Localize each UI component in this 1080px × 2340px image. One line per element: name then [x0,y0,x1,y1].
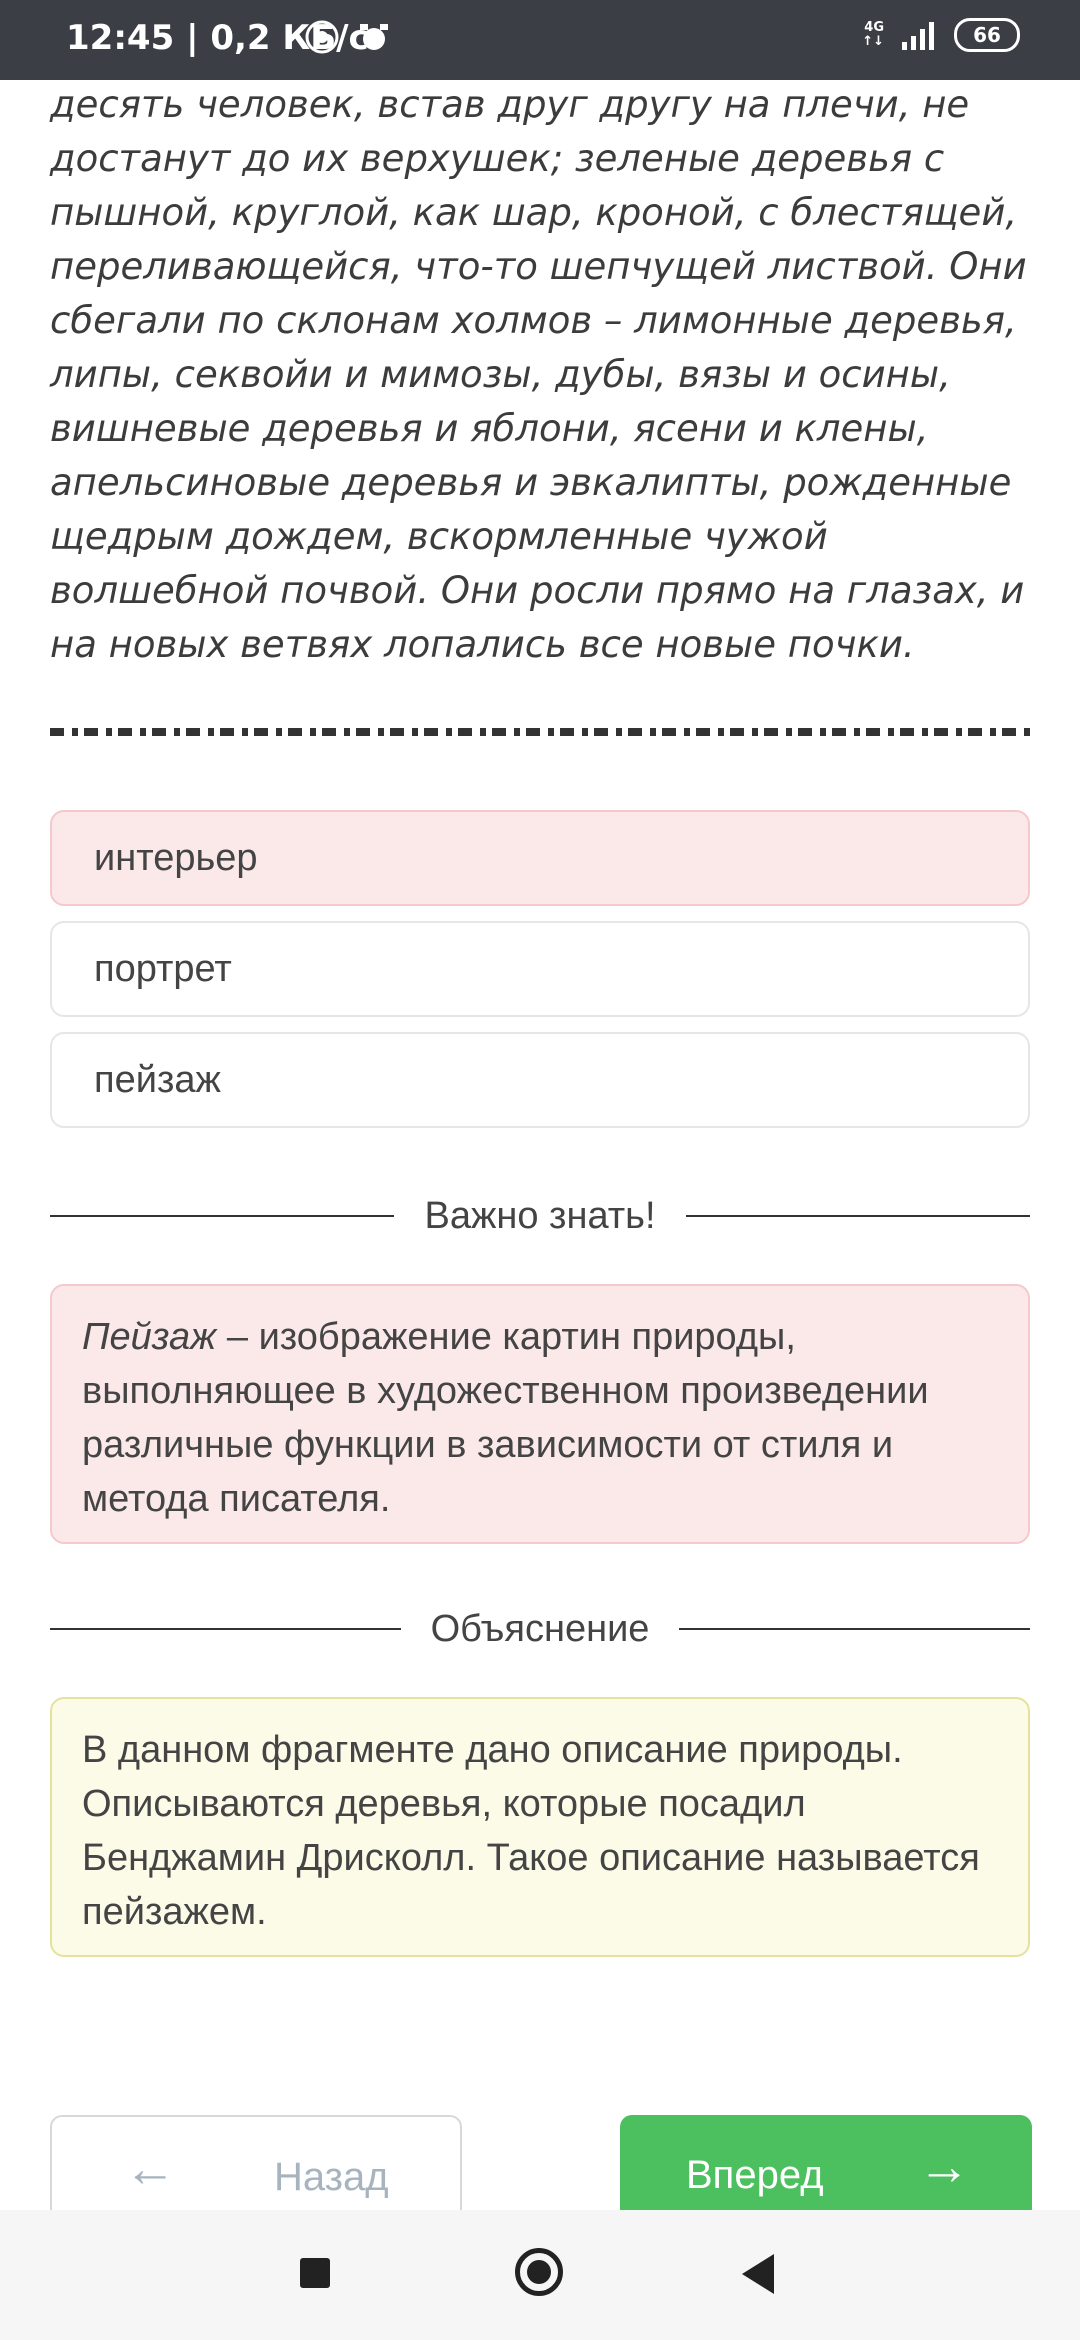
explanation-card: В данном фрагменте дано описание природы… [50,1697,1030,1957]
option-interior[interactable]: интерьер [50,810,1030,906]
passage-text: десять человек, встав друг другу на плеч… [50,83,1027,666]
clock: 12:45 [66,18,175,58]
definition-card: Пейзаж – изображение картин природы, вып… [50,1284,1030,1544]
system-indicators: 4G ↑↓ 66 [862,18,1020,52]
back-triangle-icon[interactable] [742,2254,774,2294]
explanation-text: В данном фрагменте дано описание природы… [82,1729,980,1933]
option-landscape[interactable]: пейзаж [50,1032,1030,1128]
divider [685,1215,1031,1217]
recent-apps-icon[interactable] [300,2258,330,2288]
explanation-title: Объяснение [430,1607,650,1650]
notification-icons [305,20,391,54]
option-portrait[interactable]: портрет [50,921,1030,1017]
divider [50,1215,395,1217]
data-arrows-icon: ↑↓ [862,34,884,49]
network-label: 4G [864,20,884,35]
battery-icon: 66 [954,18,1020,52]
arrow-left-icon: ← [124,2140,176,2198]
divider [679,1628,1031,1630]
answer-placeholder [50,728,1030,736]
status-bar: 12:45 | 0,2 КБ/с 4G ↑↓ 66 [0,0,1080,80]
system-nav-bar [0,2210,1080,2340]
back-label: Назад [274,2155,389,2199]
definition-term: Пейзаж [82,1316,217,1358]
important-header: Важно знать! [50,1191,1031,1241]
network-type: 4G ↑↓ [862,21,884,49]
home-icon[interactable] [515,2248,563,2296]
option-label: пейзаж [94,1058,221,1101]
option-label: интерьер [94,836,258,879]
option-label: портрет [94,947,232,990]
next-label: Вперед [686,2153,824,2197]
important-title: Важно знать! [424,1194,656,1237]
arrow-right-icon: → [918,2138,970,2196]
chrome-icon [305,20,339,54]
divider [50,1628,401,1630]
alarm-icon [360,24,388,50]
battery-level: 66 [973,23,1001,47]
signal-icon [902,22,934,50]
explanation-header: Объяснение [50,1604,1031,1654]
